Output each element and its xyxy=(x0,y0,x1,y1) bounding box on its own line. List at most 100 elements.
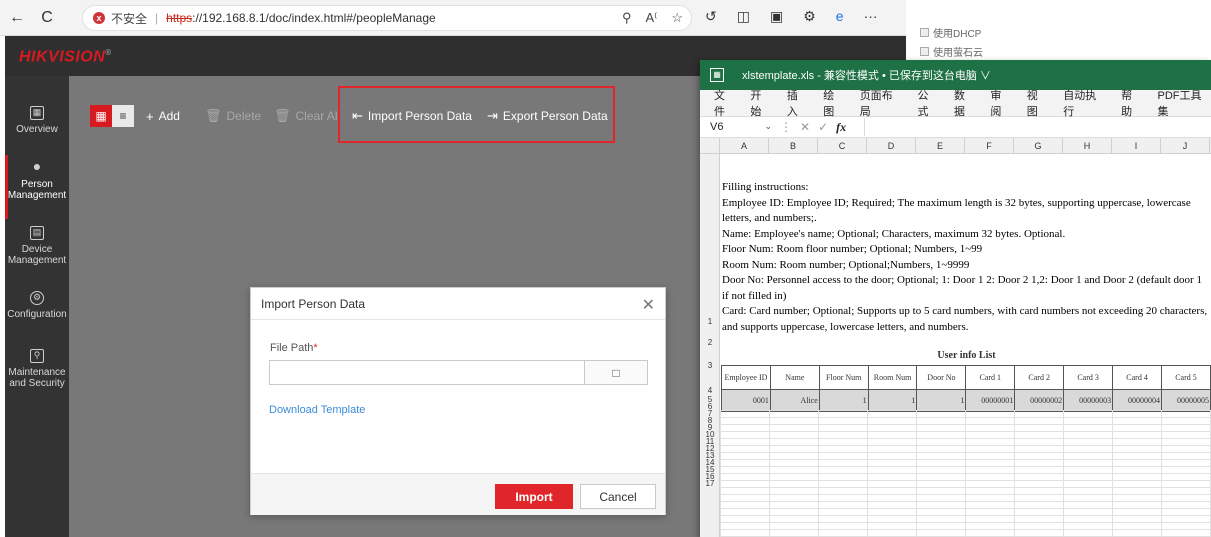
column-header[interactable]: C xyxy=(818,138,867,153)
split-screen-icon[interactable]: ◫ xyxy=(737,8,750,25)
check-icon[interactable]: ✓ xyxy=(818,120,828,135)
download-template-link[interactable]: Download Template xyxy=(269,404,365,416)
close-icon[interactable]: ✕ xyxy=(642,295,655,315)
collections-icon[interactable]: ▣ xyxy=(770,8,783,25)
formula-input[interactable] xyxy=(864,118,1211,136)
trash-icon: 🗑 xyxy=(205,108,222,123)
sidebar-item-device-management[interactable]: ▤ Device Management xyxy=(5,226,69,266)
excel-tab[interactable]: 绘图 xyxy=(823,87,844,119)
table-header-cell[interactable]: Name xyxy=(769,365,820,390)
table-header-cell[interactable]: Card 3 xyxy=(1063,365,1114,390)
more-icon[interactable]: ··· xyxy=(864,8,878,25)
table-header-cell[interactable]: Card 1 xyxy=(965,365,1016,390)
instruction-line: Employee ID: Employee ID; Required; The … xyxy=(722,196,1191,225)
row-header[interactable]: 1 xyxy=(700,317,720,326)
sidebar-item-label: Overview xyxy=(16,124,58,135)
refresh-icon[interactable]: C xyxy=(34,5,60,31)
url-scheme: https xyxy=(166,11,193,25)
table-cell[interactable]: 00000002 xyxy=(1014,389,1065,412)
row-headers: 1 2 3 4 5 6 7 8 9 10 11 12 13 14 15 16 17 xyxy=(700,154,720,537)
name-box[interactable]: V6 ⌄ xyxy=(700,121,776,133)
address-bar[interactable]: x 不安全 | https ://192.168.8.1/doc/index.h… xyxy=(82,5,692,31)
back-icon[interactable]: ← xyxy=(4,5,30,31)
clear-all-button[interactable]: 🗑 Clear All xyxy=(274,106,340,126)
table-cell[interactable]: 00000001 xyxy=(965,389,1016,412)
excel-ribbon-tabs: 文件 开始 插入 绘图 页面布局 公式 数据 审阅 视图 自动执行 帮助 PDF工具集 xyxy=(700,87,1211,119)
dialog-title: Import Person Data xyxy=(251,288,665,320)
refresh-tab-icon[interactable]: ↺ xyxy=(705,8,717,25)
cancel-button[interactable]: Cancel xyxy=(580,484,656,509)
table-cell[interactable]: 1 xyxy=(818,389,869,412)
select-all-corner[interactable] xyxy=(700,138,720,153)
table-cell[interactable]: 00000003 xyxy=(1063,389,1114,412)
dhcp-option: 使用DHCP xyxy=(920,25,981,40)
search-icon[interactable]: ⚲ xyxy=(622,10,632,26)
excel-tab[interactable]: 自动执行 xyxy=(1063,87,1106,119)
import-button[interactable]: Import xyxy=(495,484,573,509)
sidebar-item-label: Configuration xyxy=(7,309,67,320)
row-header[interactable]: 17 xyxy=(700,479,720,488)
excel-tab[interactable]: 公式 xyxy=(918,87,939,119)
sidebar-item-maintenance[interactable]: ⚲ Maintenance and Security xyxy=(5,349,69,389)
overview-icon: ▦ xyxy=(30,106,44,120)
column-header[interactable]: J xyxy=(1161,138,1210,153)
table-cell[interactable]: Alice xyxy=(769,389,820,412)
table-header-cell[interactable]: Card 2 xyxy=(1014,365,1065,390)
file-path-input[interactable] xyxy=(269,360,584,385)
table-cell[interactable]: 0001 xyxy=(721,389,771,412)
delete-button[interactable]: 🗑 Delete xyxy=(205,106,261,126)
trash-icon: 🗑 xyxy=(274,108,291,123)
column-header[interactable]: F xyxy=(965,138,1014,153)
ezviz-option: 使用萤石云 xyxy=(920,44,983,59)
table-cell[interactable]: 00000004 xyxy=(1112,389,1163,412)
table-header-cell[interactable]: Floor Num xyxy=(818,365,869,390)
excel-tab[interactable]: 视图 xyxy=(1027,87,1048,119)
row-header[interactable]: 4 xyxy=(700,386,720,395)
excel-tab[interactable]: 帮助 xyxy=(1121,87,1142,119)
browse-folder-button[interactable]: □ xyxy=(584,360,648,385)
table-header-cell[interactable]: Employee ID xyxy=(721,365,771,390)
table-cell[interactable]: 00000005 xyxy=(1161,389,1211,412)
table-header-cell[interactable]: Door No xyxy=(916,365,967,390)
dialog-footer: Import Cancel xyxy=(251,473,665,515)
sidebar-item-person-management[interactable]: ● Person Management xyxy=(5,155,69,219)
function-icon[interactable]: fx xyxy=(836,120,846,135)
column-header[interactable]: E xyxy=(916,138,965,153)
table-header-cell[interactable]: Room Num xyxy=(867,365,918,390)
excel-tab[interactable]: 数据 xyxy=(954,87,975,119)
table-cell[interactable]: 1 xyxy=(916,389,967,412)
column-header[interactable]: A xyxy=(720,138,769,153)
empty-grid[interactable] xyxy=(720,410,1211,537)
edge-icon[interactable]: e xyxy=(836,8,844,25)
table-header-cell[interactable]: Card 5 xyxy=(1161,365,1211,390)
favorite-star-icon[interactable]: ☆ xyxy=(671,10,683,26)
ezviz-label: 使用萤石云 xyxy=(933,48,983,59)
row-header[interactable]: 2 xyxy=(700,338,720,347)
column-header[interactable]: D xyxy=(867,138,916,153)
user-info-table: Employee ID Name Floor Num Room Num Door No C… xyxy=(721,365,1211,412)
excel-tab[interactable]: PDF工具集 xyxy=(1157,87,1211,119)
sidebar-item-overview[interactable]: ▦ Overview xyxy=(5,106,69,135)
cancel-icon[interactable]: ✕ xyxy=(800,120,810,135)
extension-icon[interactable]: ⚙ xyxy=(803,8,816,25)
column-header[interactable]: B xyxy=(769,138,818,153)
column-header[interactable]: I xyxy=(1112,138,1161,153)
excel-tab[interactable]: 审阅 xyxy=(990,87,1011,119)
sidebar-item-configuration[interactable]: ⚙ Configuration xyxy=(5,291,69,320)
list-view-icon[interactable]: ≡ xyxy=(112,105,134,127)
instruction-line: Room Num: Room number; Optional;Numbers,… xyxy=(722,258,970,271)
excel-tab[interactable]: 页面布局 xyxy=(860,87,903,119)
row-header[interactable]: 3 xyxy=(700,361,720,370)
address-icons: ⚲ A⁽ ☆ xyxy=(622,10,683,26)
excel-tab[interactable]: 开始 xyxy=(750,87,771,119)
excel-tab[interactable]: 文件 xyxy=(714,87,735,119)
grid-view-icon[interactable]: ▦ xyxy=(90,105,112,127)
read-aloud-icon[interactable]: A⁽ xyxy=(645,10,657,26)
table-header-cell[interactable]: Card 4 xyxy=(1112,365,1163,390)
excel-tab[interactable]: 插入 xyxy=(787,87,808,119)
column-header[interactable]: H xyxy=(1063,138,1112,153)
add-button[interactable]: + Add xyxy=(146,106,180,126)
table-cell[interactable]: 1 xyxy=(867,389,918,412)
column-header[interactable]: G xyxy=(1014,138,1063,153)
excel-titlebar: ▦ xlstemplate.xls - 兼容性模式 • 已保存到这台电脑 ∨ xyxy=(700,60,1211,90)
